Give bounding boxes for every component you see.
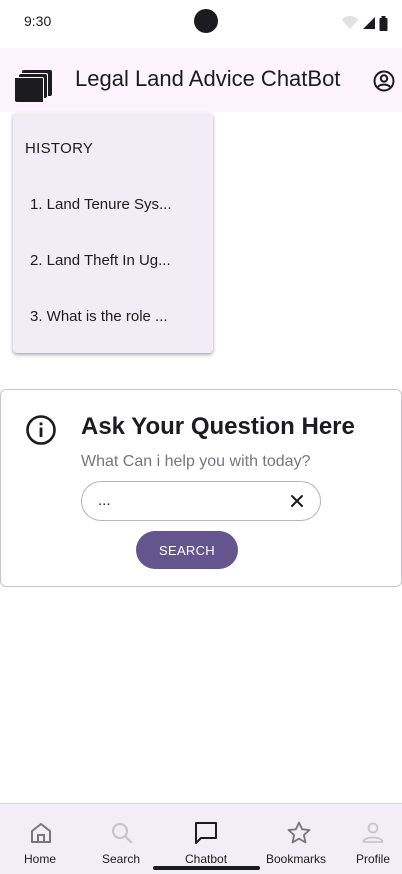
history-item[interactable]: 1. Land Tenure Sys...: [30, 196, 171, 213]
status-bar: 9:30: [0, 0, 402, 46]
star-icon: [287, 821, 311, 844]
status-time: 9:30: [24, 13, 52, 29]
bottom-navigation: Home Search Chatbot Bookmarks Profile: [0, 803, 402, 874]
nav-label-home: Home: [24, 852, 57, 866]
close-icon[interactable]: [290, 494, 304, 508]
info-icon: [26, 415, 56, 445]
nav-label-chatbot: Chatbot: [185, 852, 228, 866]
app-title: Legal Land Advice ChatBot: [75, 66, 341, 91]
account-circle-icon[interactable]: [372, 69, 396, 93]
nav-label-profile: Profile: [356, 852, 391, 866]
question-input-value[interactable]: ...: [98, 492, 111, 509]
nav-item-home[interactable]: Home: [0, 804, 82, 874]
wifi-icon: [341, 16, 359, 29]
search-icon: [111, 822, 133, 844]
gesture-handle: [153, 866, 260, 870]
book-stack-logo: [14, 70, 52, 103]
status-icons: [341, 14, 388, 32]
chat-icon: [195, 822, 217, 844]
card-title: Ask Your Question Here: [81, 413, 355, 440]
search-button[interactable]: SEARCH: [136, 531, 238, 569]
nav-item-search[interactable]: Search: [82, 804, 162, 874]
nav-label-search: Search: [102, 852, 141, 866]
home-icon: [31, 823, 51, 843]
nav-item-bookmarks[interactable]: Bookmarks: [254, 804, 344, 874]
battery-icon: [379, 15, 388, 31]
nav-item-chatbot[interactable]: Chatbot: [162, 804, 254, 874]
person-icon: [362, 822, 384, 843]
signal-icon: [363, 17, 375, 29]
app-bar: Legal Land Advice ChatBot: [0, 48, 402, 112]
history-item[interactable]: 3. What is the role ...: [30, 308, 168, 325]
history-menu: HISTORY 1. Land Tenure Sys... 2. Land Th…: [13, 113, 213, 353]
camera-cutout: [194, 9, 218, 33]
screen: 9:30 Legal Land Advice ChatBot HISTORY 1…: [0, 0, 402, 874]
history-heading: HISTORY: [25, 140, 94, 157]
nav-label-bookmarks: Bookmarks: [266, 852, 327, 866]
nav-item-profile[interactable]: Profile: [344, 804, 402, 874]
question-input[interactable]: ...: [81, 481, 321, 521]
card-subtitle: What Can i help you with today?: [81, 453, 311, 470]
question-card: Ask Your Question Here What Can i help y…: [0, 389, 402, 587]
history-item[interactable]: 2. Land Theft In Ug...: [30, 252, 171, 269]
